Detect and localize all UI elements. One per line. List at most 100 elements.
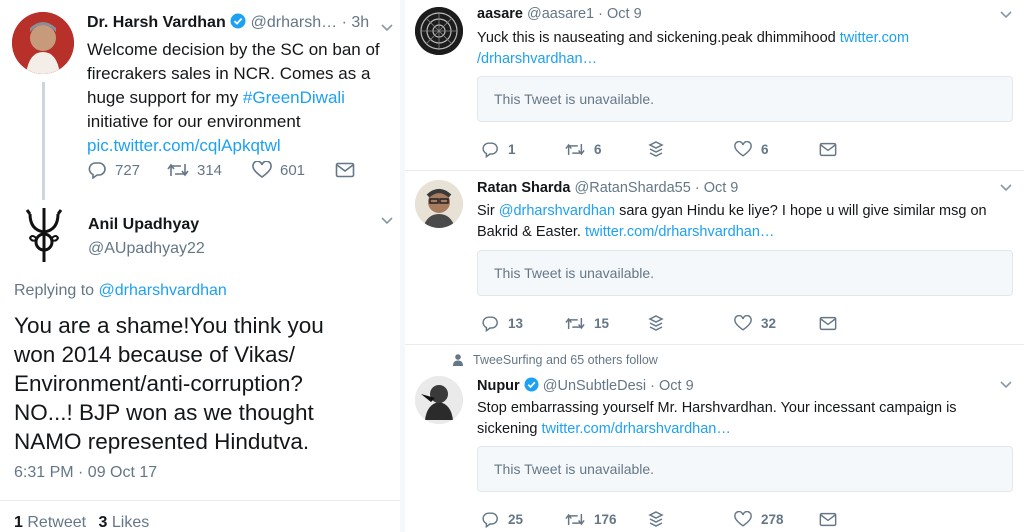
tweet-text-line: Environment/anti-corruption?	[14, 371, 303, 396]
envelope-icon	[335, 162, 355, 178]
right-screenshot: aasare @aasare1 · Oct 9 Yuck this is nau…	[405, 0, 1024, 532]
tweet-text-line: Sir @drharshvardhan sara gyan Hindu ke l…	[477, 201, 987, 222]
reply-button[interactable]: 25	[481, 511, 523, 528]
engagement-stats: 1 Retweet 3 Likes	[14, 514, 149, 532]
dm-button[interactable]	[819, 512, 837, 527]
author-handle[interactable]: @aasare1	[527, 6, 594, 22]
tweet-text-line: huge support for my #GreenDiwali	[87, 86, 392, 110]
reply-icon	[482, 142, 498, 158]
retweet-button[interactable]: 15	[565, 315, 609, 332]
envelope-icon	[819, 512, 837, 527]
dm-button[interactable]	[819, 142, 837, 157]
stack-icon	[648, 315, 664, 331]
chevron-down-icon[interactable]	[999, 380, 1013, 390]
like-count: 601	[280, 161, 306, 179]
tweet-time[interactable]: · 3h	[342, 14, 370, 31]
retweet-count: 1	[14, 514, 23, 531]
author-name[interactable]: Dr. Harsh Vardhan	[87, 14, 226, 31]
tweet-text-line: Welcome decision by the SC on ban of	[87, 40, 380, 59]
reply-button[interactable]: 13	[481, 315, 523, 332]
like-button[interactable]: 6	[734, 141, 769, 158]
like-button[interactable]: 278	[734, 511, 784, 528]
avatar[interactable]	[415, 7, 463, 55]
reply-button[interactable]: 727	[87, 161, 140, 179]
reply-icon	[88, 162, 106, 179]
author-handle[interactable]: @UnSubtleDesi	[543, 378, 646, 394]
tweet-text-line: Bakrid & Easter. twitter.com/drharshvard…	[477, 222, 987, 243]
stack-button[interactable]	[648, 140, 664, 158]
envelope-icon	[819, 316, 837, 331]
avatar[interactable]	[12, 12, 74, 74]
hashtag-link[interactable]: #GreenDiwali	[243, 88, 345, 107]
tweet-timestamp: 6:31 PM · 09 Oct 17	[14, 464, 158, 481]
tweet-link[interactable]: /drharshvardhan…	[477, 49, 909, 70]
tweet-link[interactable]: twitter.com	[840, 30, 909, 46]
author-name[interactable]: Nupur	[477, 378, 520, 394]
stack-button[interactable]	[648, 314, 664, 332]
tweet-text-line: won 2014 because of Vikas/	[14, 342, 296, 367]
text-segment: Sir	[477, 203, 499, 219]
dm-button[interactable]	[819, 316, 837, 331]
tweet-text-line: sickening twitter.com/drharshvardhan…	[477, 419, 957, 440]
author-handle[interactable]: @drharsh…	[251, 14, 338, 31]
like-count: 6	[761, 142, 769, 157]
tweet-text-line: Yuck this is nauseating and sickening.pe…	[477, 28, 909, 49]
tweet-text-line: initiative for our environment	[87, 112, 301, 131]
pic-link[interactable]: pic.twitter.com/cqlApkqtwl	[87, 134, 392, 158]
reply-icon	[482, 512, 498, 528]
unavailable-quote-card: This Tweet is unavailable.	[477, 250, 1013, 296]
avatar-image	[12, 12, 74, 74]
retweet-button[interactable]: 6	[565, 141, 602, 158]
heart-icon	[734, 511, 752, 527]
reply-count: 727	[115, 161, 141, 179]
avatar[interactable]	[415, 180, 463, 228]
author-handle[interactable]: @RatanSharda55	[575, 180, 691, 196]
left-screenshot: Dr. Harsh Vardhan @drharsh… · 3h Welcome…	[0, 0, 400, 532]
author-handle[interactable]: @AUpadhyay22	[88, 240, 205, 258]
reply-button[interactable]: 1	[481, 141, 516, 158]
heart-icon	[252, 161, 272, 178]
dm-button[interactable]	[335, 162, 355, 178]
tweet-date[interactable]: · Oct 9	[695, 180, 739, 196]
tweet-date[interactable]: · Oct 9	[650, 378, 694, 394]
chevron-down-icon[interactable]	[380, 23, 394, 33]
like-count: 3	[98, 514, 108, 531]
tweet-date[interactable]: · Oct 9	[598, 6, 642, 22]
reply-icon	[482, 316, 498, 332]
chevron-down-icon[interactable]	[380, 216, 394, 226]
retweet-count: 314	[197, 161, 223, 179]
author-name[interactable]: aasare	[477, 6, 523, 22]
like-button[interactable]: 601	[252, 161, 305, 179]
tweet-text-line: NAMO represented Hindutva.	[14, 429, 310, 454]
likes-link[interactable]: Likes	[112, 514, 149, 531]
thread-line	[42, 82, 45, 200]
divider	[405, 344, 1024, 345]
tweet-link[interactable]: twitter.com/drharshvardhan…	[585, 224, 774, 240]
author-name[interactable]: Ratan Sharda	[477, 180, 570, 196]
tweet-text-line: firecrakers sales in NCR. Comes as a	[87, 64, 371, 83]
avatar[interactable]	[22, 208, 66, 266]
chevron-down-icon[interactable]	[999, 183, 1013, 193]
like-button[interactable]: 32	[734, 315, 776, 332]
chevron-down-icon[interactable]	[999, 10, 1013, 20]
retweet-icon	[565, 317, 585, 330]
social-context-text[interactable]: TweeSurfing and 65 others follow	[473, 353, 658, 367]
tweet-text: Stop embarrassing yourself Mr. Harshvard…	[477, 398, 957, 440]
mention-link[interactable]: @drharshvardhan	[99, 282, 227, 299]
author-name[interactable]: Anil Upadhyay	[88, 216, 199, 234]
reply-count: 1	[508, 142, 516, 157]
avatar-image	[415, 180, 463, 228]
tweet-link[interactable]: twitter.com/drharshvardhan…	[541, 421, 730, 437]
divider	[405, 170, 1024, 171]
stack-icon	[648, 511, 664, 527]
avatar-image	[415, 376, 463, 424]
tweet-text: Welcome decision by the SC on ban of fir…	[87, 38, 392, 158]
avatar[interactable]	[415, 376, 463, 424]
replying-label: Replying to	[14, 282, 99, 299]
heart-icon	[734, 141, 752, 157]
retweet-button[interactable]: 314	[167, 161, 222, 179]
retweet-button[interactable]: 176	[565, 511, 617, 528]
stack-button[interactable]	[648, 510, 664, 528]
mention-link[interactable]: @drharshvardhan	[499, 203, 615, 219]
retweets-link[interactable]: Retweet	[27, 514, 86, 531]
